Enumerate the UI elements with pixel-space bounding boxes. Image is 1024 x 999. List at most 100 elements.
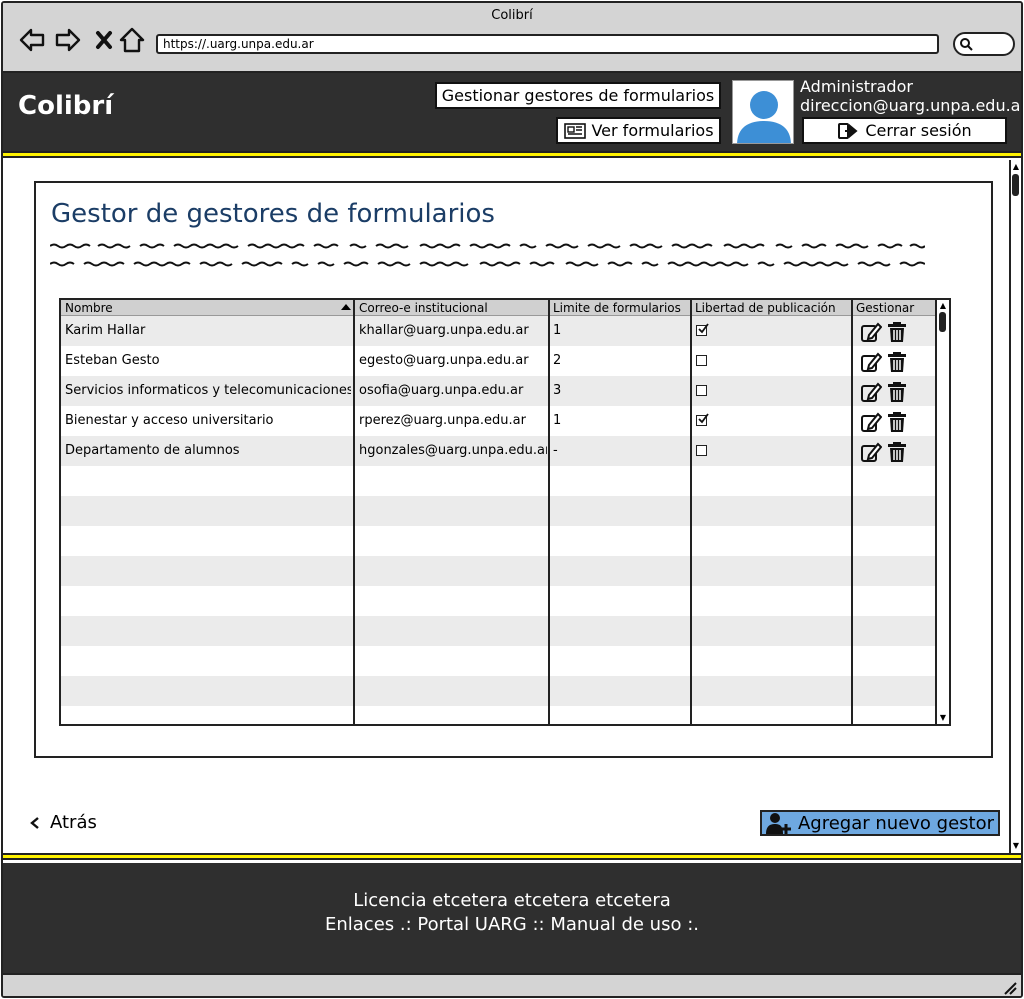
table-row[interactable]: Esteban Gesto egesto@uarg.unpa.edu.ar 2 (61, 346, 935, 376)
publication-checkbox[interactable] (696, 323, 709, 336)
column-header-correo[interactable]: Correo-e institucional (355, 300, 549, 316)
cell-correo: egesto@uarg.unpa.edu.ar (359, 353, 529, 368)
checkmark-icon (698, 413, 709, 424)
column-header-gestionar[interactable]: Gestionar (852, 300, 922, 316)
empty-row (61, 466, 935, 496)
trash-icon[interactable] (886, 411, 908, 433)
add-manager-label: Agregar nuevo gestor (797, 812, 995, 834)
row-actions (860, 351, 908, 373)
scroll-up-arrow[interactable]: ▲ (938, 301, 948, 311)
page-scroll-up-arrow[interactable]: ▲ (1011, 162, 1021, 172)
row-actions (860, 381, 908, 403)
brand-logo[interactable]: Colibrí (18, 91, 113, 121)
column-header-nombre[interactable]: Nombre (61, 300, 351, 316)
back-nav-button[interactable] (17, 25, 47, 55)
browser-window: Colibrí https://.uarg.unpa.edu.ar Colibr… (1, 1, 1023, 998)
resize-grip-icon[interactable] (1003, 981, 1017, 995)
column-divider (353, 300, 355, 724)
scroll-thumb[interactable] (939, 312, 946, 332)
empty-row (61, 526, 935, 556)
edit-icon[interactable] (860, 381, 882, 403)
forward-nav-button[interactable] (53, 25, 83, 55)
logout-label: Cerrar sesión (865, 121, 972, 140)
column-divider (690, 300, 692, 724)
cell-limite: - (553, 443, 558, 458)
column-header-limite[interactable]: Limite de formularios (549, 300, 690, 316)
footer-license: Licencia etcetera etcetera etcetera (353, 890, 671, 911)
placeholder-text-scribble (50, 261, 925, 267)
table-row[interactable]: Bienestar y acceso universitario rperez@u… (61, 406, 935, 436)
arrow-right-icon (55, 28, 81, 52)
empty-row (61, 706, 935, 724)
url-bar[interactable]: https://.uarg.unpa.edu.ar (156, 34, 939, 54)
table-row[interactable]: Servicios informaticos y telecomunicacio… (61, 376, 935, 406)
close-icon (96, 31, 112, 49)
browser-search-field[interactable] (953, 32, 1015, 56)
view-forms-label: Ver formularios (591, 121, 714, 140)
page-scrollbar[interactable]: ▲ ▼ (1009, 160, 1021, 853)
trash-icon[interactable] (886, 351, 908, 373)
logout-button[interactable]: Cerrar sesión (802, 117, 1007, 144)
trash-icon[interactable] (886, 441, 908, 463)
app-header: Colibrí Gestionar gestores de formulario… (3, 73, 1021, 151)
page-scroll-thumb[interactable] (1012, 174, 1019, 196)
stop-nav-button[interactable] (89, 25, 119, 55)
edit-icon[interactable] (860, 441, 882, 463)
back-link[interactable]: Atrás (30, 812, 97, 833)
chevron-left-icon (30, 816, 39, 829)
window-title: Colibrí (491, 8, 533, 23)
trash-icon[interactable] (886, 381, 908, 403)
cell-nombre: Karim Hallar (65, 323, 146, 338)
user-role: Administrador (800, 77, 913, 96)
checkmark-icon (698, 323, 709, 334)
footer-accent-bar (3, 853, 1021, 860)
status-bar (3, 973, 1021, 996)
column-divider (548, 300, 550, 724)
managers-table: Nombre Correo-e institucional Limite de … (59, 298, 937, 726)
row-actions (860, 411, 908, 433)
sort-ascending-icon[interactable] (341, 304, 351, 310)
column-header-libertad[interactable]: Libertad de publicación (691, 300, 851, 316)
arrow-left-icon (19, 28, 45, 52)
footer: Licencia etcetera etcetera etcetera Enla… (3, 863, 1021, 973)
cell-nombre: Servicios informaticos y telecomunicacio… (65, 383, 351, 398)
page-scroll-down-arrow[interactable]: ▼ (1011, 841, 1021, 851)
column-divider (851, 300, 853, 724)
table-scrollbar[interactable]: ▲ ▼ (937, 298, 951, 726)
cell-limite: 1 (553, 413, 562, 428)
user-avatar-icon (737, 91, 791, 143)
edit-icon[interactable] (860, 351, 882, 373)
add-manager-button[interactable]: Agregar nuevo gestor (760, 810, 1000, 836)
empty-row (61, 586, 935, 616)
home-nav-button[interactable] (117, 25, 147, 55)
cell-correo: osofia@uarg.unpa.edu.ar (359, 383, 524, 398)
view-forms-button[interactable]: Ver formularios (556, 117, 721, 144)
edit-icon[interactable] (860, 321, 882, 343)
avatar (732, 80, 794, 144)
manage-managers-label: Gestionar gestores de formularios (441, 86, 715, 105)
cell-nombre: Esteban Gesto (65, 353, 160, 368)
empty-row (61, 556, 935, 586)
cell-correo: khallar@uarg.unpa.edu.ar (359, 323, 529, 338)
empty-row (61, 646, 935, 676)
publication-checkbox[interactable] (696, 355, 707, 366)
publication-checkbox[interactable] (696, 413, 709, 426)
manage-managers-button[interactable]: Gestionar gestores de formularios (435, 82, 721, 109)
cell-nombre: Bienestar y acceso universitario (65, 413, 274, 428)
trash-icon[interactable] (886, 321, 908, 343)
publication-checkbox[interactable] (696, 445, 707, 456)
main-content: Gestor de gestores de formularios Nombre… (3, 160, 1021, 853)
table-row[interactable]: Departamento de alumnos hgonzales@uarg.un… (61, 436, 935, 466)
footer-links[interactable]: Enlaces .: Portal UARG :: Manual de uso … (3, 914, 1021, 935)
empty-row (61, 676, 935, 706)
header-accent-bar (3, 151, 1021, 158)
publication-checkbox[interactable] (696, 385, 707, 396)
empty-row (61, 496, 935, 526)
add-user-icon (765, 813, 791, 834)
scroll-down-arrow[interactable]: ▼ (938, 713, 948, 723)
edit-icon[interactable] (860, 411, 882, 433)
table-row[interactable]: Karim Hallar khallar@uarg.unpa.edu.ar 1 (61, 316, 935, 346)
newspaper-icon (564, 122, 587, 139)
sign-out-icon (838, 122, 858, 139)
back-link-label: Atrás (50, 812, 97, 833)
